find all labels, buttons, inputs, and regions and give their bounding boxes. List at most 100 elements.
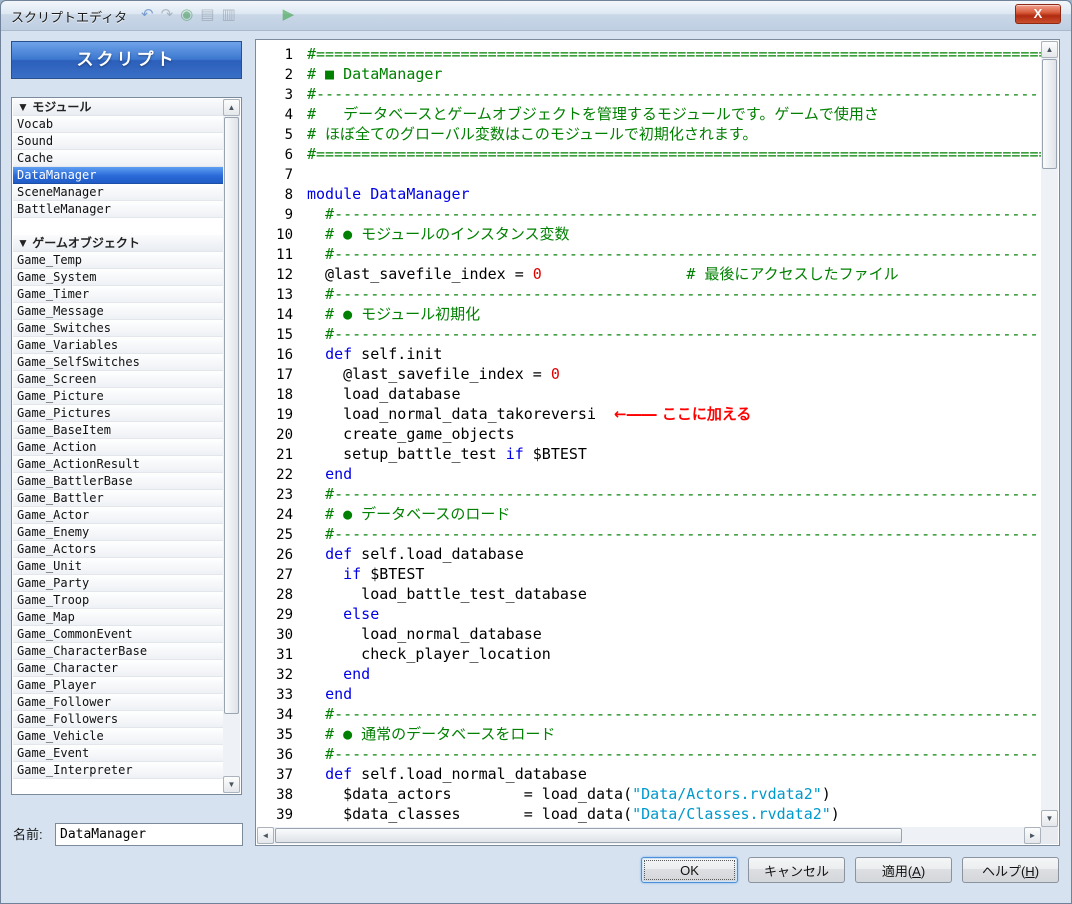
script-group-header[interactable]: ▼ ゲームオブジェクト bbox=[13, 235, 223, 252]
script-list-item[interactable]: Game_Variables bbox=[13, 337, 223, 354]
script-list-item[interactable]: Game_Player bbox=[13, 677, 223, 694]
script-list-item[interactable]: Game_Map bbox=[13, 609, 223, 626]
editor-horizontal-scrollbar[interactable]: ◄ ► bbox=[257, 827, 1041, 844]
code-editor[interactable]: 1 #======================================… bbox=[257, 41, 1041, 827]
script-list-item[interactable]: Game_Picture bbox=[13, 388, 223, 405]
code-line: 7 bbox=[263, 164, 1041, 184]
code-line: 25 #------------------------------------… bbox=[263, 524, 1041, 544]
scroll-down-button[interactable]: ▼ bbox=[223, 776, 240, 793]
cancel-button[interactable]: キャンセル bbox=[748, 857, 845, 883]
titlebar[interactable]: スクリプトエディタ ↶ ↷ ◉ ▤ ▥ ▶ X bbox=[1, 1, 1071, 31]
line-number: 10 bbox=[276, 227, 293, 243]
code-line: 14 # ● モジュール初期化 bbox=[263, 304, 1041, 324]
editor-vertical-scrollbar[interactable]: ▲ ▼ bbox=[1041, 41, 1058, 827]
line-number: 36 bbox=[276, 747, 293, 763]
line-number: 6 bbox=[284, 147, 293, 163]
script-list-item[interactable]: BattleManager bbox=[13, 201, 223, 218]
code-line: 31 check_player_location bbox=[263, 644, 1041, 664]
line-number: 33 bbox=[276, 687, 293, 703]
line-number: 2 bbox=[284, 67, 293, 83]
script-list-item[interactable]: Sound bbox=[13, 133, 223, 150]
line-number: 26 bbox=[276, 547, 293, 563]
line-number: 15 bbox=[276, 327, 293, 343]
list-scrollbar[interactable]: ▲ ▼ bbox=[223, 99, 240, 793]
line-number: 28 bbox=[276, 587, 293, 603]
dialog-buttons: OK キャンセル 適用(A) ヘルプ(H) bbox=[641, 857, 1059, 883]
code-line: 10 # ● モジュールのインスタンス変数 bbox=[263, 224, 1041, 244]
line-number: 9 bbox=[284, 207, 293, 223]
code-line: 26 def self.load_database bbox=[263, 544, 1041, 564]
script-list-item[interactable]: Game_CharacterBase bbox=[13, 643, 223, 660]
script-list-item[interactable]: Game_ActionResult bbox=[13, 456, 223, 473]
script-list-item[interactable]: Game_Actor bbox=[13, 507, 223, 524]
script-list-item[interactable]: Game_Actors bbox=[13, 541, 223, 558]
script-list-item[interactable]: Game_Follower bbox=[13, 694, 223, 711]
code-line: 2 # ■ DataManager bbox=[263, 64, 1041, 84]
script-list-item[interactable]: Game_Party bbox=[13, 575, 223, 592]
line-number: 14 bbox=[276, 307, 293, 323]
line-number: 35 bbox=[276, 727, 293, 743]
script-name-input[interactable] bbox=[55, 823, 243, 846]
script-list-item[interactable]: Game_Enemy bbox=[13, 524, 223, 541]
close-icon: X bbox=[1033, 6, 1043, 21]
line-number: 30 bbox=[276, 627, 293, 643]
script-group-header[interactable]: ▼ モジュール bbox=[13, 99, 223, 116]
script-list-item[interactable]: Game_BattlerBase bbox=[13, 473, 223, 490]
script-list-item[interactable]: Game_Temp bbox=[13, 252, 223, 269]
code-line: 36 #------------------------------------… bbox=[263, 744, 1041, 764]
code-line: 34 #------------------------------------… bbox=[263, 704, 1041, 724]
script-list-item[interactable]: Game_Timer bbox=[13, 286, 223, 303]
scroll-thumb[interactable] bbox=[275, 828, 903, 843]
scroll-thumb[interactable] bbox=[1042, 59, 1057, 169]
line-number: 29 bbox=[276, 607, 293, 623]
line-number: 7 bbox=[284, 167, 293, 183]
line-number: 20 bbox=[276, 427, 293, 443]
script-list-item[interactable]: Game_Unit bbox=[13, 558, 223, 575]
apply-button[interactable]: 適用(A) bbox=[855, 857, 952, 883]
script-list-item[interactable]: Game_Character bbox=[13, 660, 223, 677]
scroll-up-button[interactable]: ▲ bbox=[1041, 41, 1058, 58]
script-list-item[interactable]: Cache bbox=[13, 150, 223, 167]
script-list-item[interactable]: Game_Action bbox=[13, 439, 223, 456]
line-number: 22 bbox=[276, 467, 293, 483]
script-list-item[interactable]: Game_Interpreter bbox=[13, 762, 223, 779]
script-list-item[interactable]: Game_Troop bbox=[13, 592, 223, 609]
script-list-item[interactable]: SceneManager bbox=[13, 184, 223, 201]
line-number: 25 bbox=[276, 527, 293, 543]
script-list-item[interactable]: Game_CommonEvent bbox=[13, 626, 223, 643]
code-line: 15 #------------------------------------… bbox=[263, 324, 1041, 344]
add-here-annotation: ←―― ここに加える bbox=[614, 405, 752, 423]
script-list-item-selected[interactable]: DataManager bbox=[13, 167, 223, 184]
scroll-down-button[interactable]: ▼ bbox=[1041, 810, 1058, 827]
script-list-item[interactable]: Game_Message bbox=[13, 303, 223, 320]
scroll-thumb[interactable] bbox=[224, 117, 239, 714]
line-number: 23 bbox=[276, 487, 293, 503]
code-line: 11 #------------------------------------… bbox=[263, 244, 1041, 264]
script-list-item[interactable]: Game_Pictures bbox=[13, 405, 223, 422]
code-line: 13 #------------------------------------… bbox=[263, 284, 1041, 304]
line-number: 4 bbox=[284, 107, 293, 123]
scroll-right-button[interactable]: ► bbox=[1024, 827, 1041, 844]
script-list-item[interactable]: Game_Screen bbox=[13, 371, 223, 388]
script-list-item[interactable]: Game_Battler bbox=[13, 490, 223, 507]
help-button[interactable]: ヘルプ(H) bbox=[962, 857, 1059, 883]
script-list-item[interactable]: Game_SelfSwitches bbox=[13, 354, 223, 371]
script-list-item[interactable]: Game_BaseItem bbox=[13, 422, 223, 439]
script-list-item[interactable]: Vocab bbox=[13, 116, 223, 133]
script-list-item[interactable]: Game_Vehicle bbox=[13, 728, 223, 745]
scroll-left-button[interactable]: ◄ bbox=[257, 827, 274, 844]
code-line: 8 module DataManager bbox=[263, 184, 1041, 204]
code-line: 32 end bbox=[263, 664, 1041, 684]
line-number: 16 bbox=[276, 347, 293, 363]
ok-button[interactable]: OK bbox=[641, 857, 738, 883]
script-list-item[interactable]: Game_System bbox=[13, 269, 223, 286]
line-number: 17 bbox=[276, 367, 293, 383]
script-list-item[interactable]: Game_Switches bbox=[13, 320, 223, 337]
script-panel-header: スクリプト bbox=[11, 41, 242, 79]
script-list[interactable]: ▼ モジュール Vocab Sound Cache DataManager SceneMa… bbox=[11, 97, 242, 795]
code-line: 19 load_normal_data_takoreversi ←―― ここに加… bbox=[263, 404, 1041, 424]
script-list-item[interactable]: Game_Event bbox=[13, 745, 223, 762]
scroll-up-button[interactable]: ▲ bbox=[223, 99, 240, 116]
close-button[interactable]: X bbox=[1015, 4, 1061, 24]
script-list-item[interactable]: Game_Followers bbox=[13, 711, 223, 728]
